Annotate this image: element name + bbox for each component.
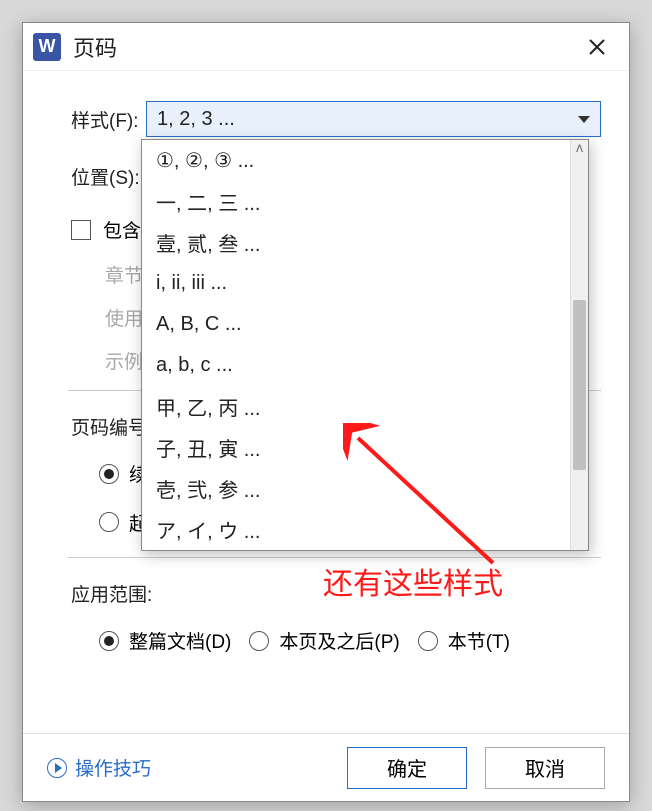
button-group: 确定 取消 xyxy=(347,747,605,789)
style-combobox[interactable]: 1, 2, 3 ... xyxy=(146,101,601,137)
include-chapter-checkbox[interactable] xyxy=(71,220,91,240)
style-dropdown: ①, ②, ③ ... 一, 二, 三 ... 壹, 贰, 叁 ... i, i… xyxy=(141,139,589,551)
scroll-thumb[interactable] xyxy=(573,300,586,470)
app-icon: W xyxy=(33,33,61,61)
dropdown-item[interactable]: 一, 二, 三 ... xyxy=(142,181,570,222)
this-section-label: 本节(T) xyxy=(448,627,510,654)
dropdown-list: ①, ②, ③ ... 一, 二, 三 ... 壹, 贰, 叁 ... i, i… xyxy=(142,140,570,550)
ok-button[interactable]: 确定 xyxy=(347,747,467,789)
whole-doc-label: 整篇文档(D) xyxy=(129,627,231,654)
start-at-radio[interactable] xyxy=(99,512,119,532)
scope-row: 整篇文档(D) 本页及之后(P) 本节(T) xyxy=(99,627,601,654)
dialog-footer: 操作技巧 确定 取消 xyxy=(23,733,629,801)
scroll-up-icon[interactable]: ᐱ xyxy=(571,140,588,158)
this-section-radio[interactable] xyxy=(418,631,438,651)
dropdown-item[interactable]: A, B, C ... xyxy=(142,304,570,345)
apply-to-label: 应用范围: xyxy=(71,580,601,607)
combo-value: 1, 2, 3 ... xyxy=(157,108,235,131)
dropdown-item[interactable]: i, ii, iii ... xyxy=(142,263,570,304)
whole-doc-group: 整篇文档(D) xyxy=(99,627,231,654)
dropdown-item[interactable]: 子, 丑, 寅 ... xyxy=(142,427,570,468)
this-page-after-radio[interactable] xyxy=(249,631,269,651)
page-number-dialog: W 页码 样式(F): 1, 2, 3 ... 位置(S): 包含章 章节起 使… xyxy=(22,22,630,802)
dropdown-item[interactable]: ①, ②, ③ ... xyxy=(142,140,570,181)
dropdown-item[interactable]: 甲, 乙, 丙 ... xyxy=(142,386,570,427)
dialog-title: 页码 xyxy=(73,31,577,63)
this-page-after-group: 本页及之后(P) xyxy=(249,627,399,654)
dropdown-item[interactable]: ア, イ, ウ ... xyxy=(142,509,570,550)
cancel-button[interactable]: 取消 xyxy=(485,747,605,789)
whole-doc-radio[interactable] xyxy=(99,631,119,651)
play-circle-icon xyxy=(47,758,67,778)
chevron-down-icon xyxy=(578,116,590,123)
close-button[interactable] xyxy=(577,27,617,67)
style-row: 样式(F): 1, 2, 3 ... xyxy=(71,101,601,137)
dropdown-item[interactable]: a, b, c ... xyxy=(142,345,570,386)
this-page-after-label: 本页及之后(P) xyxy=(279,627,399,654)
divider xyxy=(68,557,601,558)
tips-link[interactable]: 操作技巧 xyxy=(47,754,151,781)
dialog-content: 样式(F): 1, 2, 3 ... 位置(S): 包含章 章节起 使用分 示例… xyxy=(23,71,629,733)
dropdown-scrollbar[interactable]: ᐱ xyxy=(570,140,588,550)
titlebar: W 页码 xyxy=(23,23,629,71)
dropdown-item[interactable]: 壱, 弐, 参 ... xyxy=(142,468,570,509)
close-icon xyxy=(588,38,606,56)
style-label: 样式(F): xyxy=(71,106,146,133)
tips-label: 操作技巧 xyxy=(75,754,151,781)
position-label: 位置(S): xyxy=(71,163,146,190)
continue-radio[interactable] xyxy=(99,464,119,484)
this-section-group: 本节(T) xyxy=(418,627,510,654)
dropdown-item[interactable]: 壹, 贰, 叁 ... xyxy=(142,222,570,263)
